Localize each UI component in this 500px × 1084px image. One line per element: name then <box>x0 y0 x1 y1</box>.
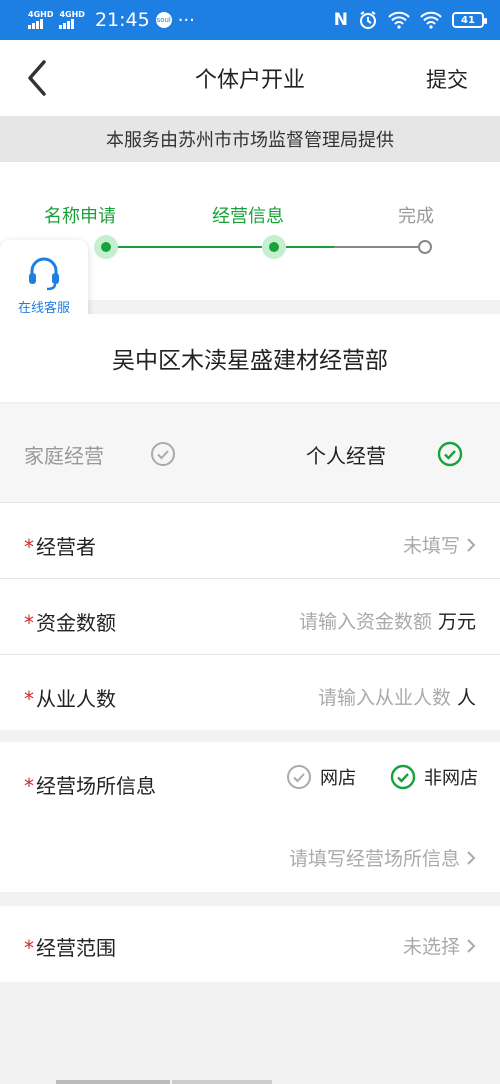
submit-button[interactable]: 提交 <box>426 64 468 94</box>
page-title: 个体户开业 <box>194 68 305 93</box>
company-name: 吴中区木渎星盛建材经营部 <box>0 314 500 402</box>
operator-value: 未填写 <box>403 531 476 558</box>
bottom-scroll-indicator-2 <box>172 1080 272 1084</box>
option-offline-store[interactable]: 非网店 <box>424 764 478 790</box>
step-node-pending <box>418 240 432 254</box>
step-business-info: 经营信息 <box>212 206 284 227</box>
employees-label: * 从业人数 <box>24 687 116 711</box>
clock: 21:45 <box>94 9 150 31</box>
premises-info-input[interactable]: 请填写经营场所信息 <box>289 844 476 871</box>
premises-type-options: 网店 非网店 <box>286 764 478 790</box>
option-individual-business[interactable]: 个人经营 <box>306 440 386 469</box>
unchecked-circle-icon[interactable] <box>150 441 176 467</box>
battery-icon: 41 <box>452 12 487 28</box>
alarm-icon <box>360 11 376 29</box>
scope-label: * 经营范围 <box>24 936 116 960</box>
capital-unit: 万元 <box>437 611 476 633</box>
provider-banner: 本服务由苏州市市场监督管理局提供 <box>0 116 500 162</box>
operator-label: * 经营者 <box>24 535 96 559</box>
chevron-right-icon <box>467 850 476 865</box>
employees-row: * 从业人数 请输入从业人数人 <box>0 654 500 730</box>
step-connector-current <box>286 246 334 248</box>
premises-label: * 经营场所信息 <box>24 774 156 798</box>
headset-icon <box>29 257 59 290</box>
chevron-right-icon <box>467 537 476 552</box>
step-name-application: 名称申请 <box>44 206 116 227</box>
step-connector-pending <box>334 246 418 248</box>
status-bar: 4GHD 4GHD 21:45 soul ··· N 41 <box>0 0 500 40</box>
capital-label: * 资金数额 <box>24 611 116 635</box>
employees-input[interactable]: 请输入从业人数人 <box>318 683 476 710</box>
step-connector-done <box>116 246 262 248</box>
option-family-business[interactable]: 家庭经营 <box>24 440 104 469</box>
unchecked-circle-icon[interactable] <box>286 764 312 790</box>
nav-bar: 个体户开业 提交 <box>0 40 500 116</box>
chevron-right-icon <box>467 938 476 953</box>
step-node-current <box>262 235 286 259</box>
cell-signal-icon: 4GHD <box>28 11 53 29</box>
step-complete: 完成 <box>398 206 434 227</box>
customer-service-label: 在线客服 <box>17 300 70 316</box>
bottom-scroll-indicator <box>56 1080 170 1084</box>
step-node-done <box>94 235 118 259</box>
employees-unit: 人 <box>456 687 476 709</box>
notification-badge-icon: soul <box>155 12 172 28</box>
checked-circle-icon[interactable] <box>390 764 416 790</box>
option-online-store[interactable]: 网店 <box>320 764 356 790</box>
capital-input[interactable]: 请输入资金数额 万元 <box>299 607 476 634</box>
business-type-selector: 家庭经营 个人经营 <box>0 404 500 502</box>
premises-section: * 经营场所信息 网店 非网店 请填写经营场所信息 <box>0 742 500 892</box>
back-arrow-icon[interactable] <box>22 58 52 98</box>
cell-signal-icon-2: 4GHD <box>59 11 85 29</box>
scope-value: 未选择 <box>403 932 476 959</box>
more-notifications-icon: ··· <box>177 9 195 31</box>
nfc-icon: N <box>333 10 348 30</box>
wifi-icon-2 <box>420 11 442 29</box>
operator-row[interactable]: * 经营者 未填写 <box>0 502 500 578</box>
checked-circle-icon[interactable] <box>437 441 463 467</box>
scope-row[interactable]: * 经营范围 未选择 <box>0 906 500 982</box>
wifi-icon <box>388 11 410 29</box>
capital-row: * 资金数额 请输入资金数额 万元 <box>0 578 500 654</box>
